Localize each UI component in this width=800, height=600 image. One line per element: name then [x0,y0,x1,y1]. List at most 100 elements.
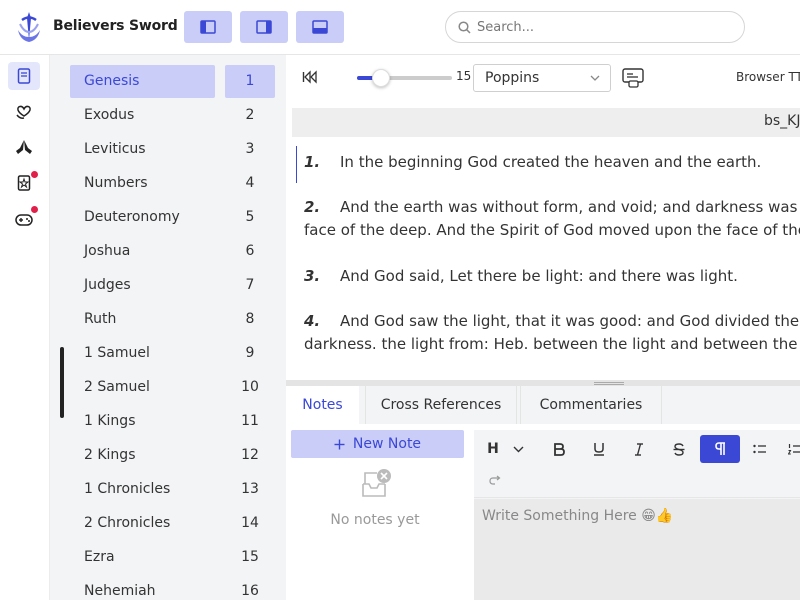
book-number[interactable]: 2 [225,99,275,132]
book-item[interactable]: Numbers 4 [70,167,275,200]
book-number[interactable]: 10 [225,371,275,404]
book-name[interactable]: 2 Samuel [70,371,215,404]
book-list-scrollbar[interactable] [60,347,64,418]
tab-notes[interactable]: Notes [286,386,359,424]
book-item[interactable]: Deuteronomy 5 [70,201,275,234]
underline-icon [594,443,604,456]
book-name[interactable]: 1 Samuel [70,337,215,370]
book-number[interactable]: 5 [225,201,275,234]
book-name[interactable]: Ezra [70,541,215,574]
new-note-button[interactable]: New Note [291,430,464,458]
bold-button[interactable] [544,435,574,463]
book-item[interactable]: Leviticus 3 [70,133,275,166]
book-number[interactable]: 13 [225,473,275,506]
heading-button[interactable]: H [478,435,508,463]
verse-number: 1. [304,153,321,171]
bottom-tabs: Notes Cross References Commentaries [286,386,800,424]
font-size-slider[interactable] [357,69,452,87]
note-editor: H Write Something Here 😁👍 [474,430,800,600]
tab-cross-references[interactable]: Cross References [365,386,517,424]
book-name[interactable]: 2 Kings [70,439,215,472]
book-name[interactable]: Joshua [70,235,215,268]
book-name[interactable]: 1 Kings [70,405,215,438]
book-item[interactable]: 2 Samuel 10 [70,371,275,404]
book-name[interactable]: 2 Chronicles [70,507,215,540]
notification-dot [31,206,38,213]
book-item[interactable]: Genesis 1 [70,65,275,98]
book-number[interactable]: 9 [225,337,275,370]
redo-button[interactable] [480,466,510,494]
book-name[interactable]: Deuteronomy [70,201,215,234]
book-name[interactable]: Genesis [70,65,215,98]
bullet-list-button[interactable] [745,435,775,463]
note-editor-input[interactable]: Write Something Here 😁👍 [474,499,800,600]
book-item[interactable]: 1 Chronicles 13 [70,473,275,506]
book-number[interactable]: 16 [225,575,275,600]
splitter-grip[interactable] [594,382,624,383]
underline-button[interactable] [584,435,614,463]
verse-number: 2. [304,198,321,216]
verse-4[interactable]: 4. And God saw the light, that it was goo… [304,310,800,356]
rail-bookmarks[interactable] [8,169,40,197]
chevron-down-icon[interactable] [513,446,524,453]
chat-bubbles-icon[interactable] [621,67,645,89]
book-number[interactable]: 12 [225,439,275,472]
verse-2[interactable]: 2. And the earth was without form, and vo… [304,196,800,242]
book-name[interactable]: Numbers [70,167,215,200]
paragraph-button[interactable] [700,435,740,463]
book-number[interactable]: 3 [225,133,275,166]
book-item[interactable]: Ezra 15 [70,541,275,574]
book-name[interactable]: Exodus [70,99,215,132]
book-item[interactable]: Ruth 8 [70,303,275,336]
strikethrough-button[interactable] [664,435,694,463]
font-size-slider-thumb[interactable] [371,69,390,87]
verse-text: In the beginning God created the heaven … [340,153,762,171]
book-item[interactable]: 1 Samuel 9 [70,337,275,370]
rail-devotion[interactable] [8,98,40,126]
toggle-left-panel-button[interactable] [184,11,232,43]
book-item[interactable]: Joshua 6 [70,235,275,268]
rewind-icon[interactable] [302,70,318,84]
italic-button[interactable] [624,435,654,463]
book-name[interactable]: Leviticus [70,133,215,166]
book-name[interactable]: Judges [70,269,215,302]
strikethrough-icon [673,442,685,456]
book-number[interactable]: 14 [225,507,275,540]
book-number[interactable]: 8 [225,303,275,336]
praying-hands-icon [16,140,32,154]
book-number[interactable]: 11 [225,405,275,438]
book-number[interactable]: 4 [225,167,275,200]
notes-panel: New Note No notes yet [286,424,474,600]
book-item[interactable]: 1 Kings 11 [70,405,275,438]
book-name[interactable]: 1 Chronicles [70,473,215,506]
search-icon [458,21,471,34]
book-number[interactable]: 15 [225,541,275,574]
toggle-bottom-panel-button[interactable] [296,11,344,43]
tab-commentaries[interactable]: Commentaries [520,386,662,424]
font-family-select[interactable]: Poppins [473,64,611,92]
book-name[interactable]: Ruth [70,303,215,336]
book-item[interactable]: Exodus 2 [70,99,275,132]
search-input[interactable] [477,17,727,37]
search-box[interactable] [445,11,745,43]
book-item[interactable]: Nehemiah 16 [70,575,275,600]
verse-3[interactable]: 3. And God said, Let there be light: and … [304,265,800,288]
book-item[interactable]: 2 Chronicles 14 [70,507,275,540]
book-number[interactable]: 7 [225,269,275,302]
verse-1[interactable]: 1. In the beginning God created the heave… [304,151,800,174]
chevron-down-icon [590,75,600,81]
plus-icon [334,439,345,449]
book-number[interactable]: 1 [225,65,275,98]
toggle-right-panel-button[interactable] [240,11,288,43]
book-number[interactable]: 6 [225,235,275,268]
book-item[interactable]: 2 Kings 12 [70,439,275,472]
book-item[interactable]: Judges 7 [70,269,275,302]
font-size-value: 15 [456,69,472,83]
rail-bible[interactable] [8,62,40,90]
book-name[interactable]: Nehemiah [70,575,215,600]
ordered-list-button[interactable] [780,435,800,463]
rail-games[interactable] [8,206,40,234]
verse-number: 3. [304,267,321,285]
browser-tts-label[interactable]: Browser TTS [736,70,800,84]
rail-prayer[interactable] [8,133,40,161]
